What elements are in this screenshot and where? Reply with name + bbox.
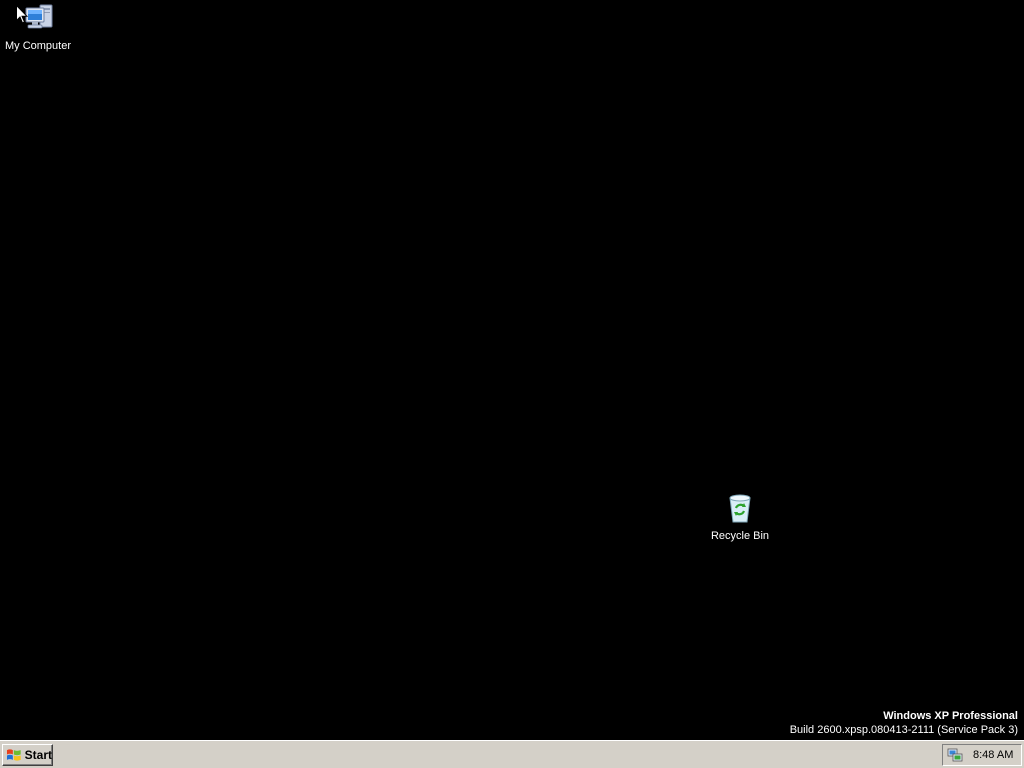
desktop-icon-label: Recycle Bin bbox=[710, 530, 770, 542]
os-build-text: Build 2600.xpsp.080413-2111 (Service Pac… bbox=[789, 724, 1018, 736]
desktop[interactable]: My Computer Recycle Bin Windows XP Profe… bbox=[0, 0, 1024, 740]
system-tray: 8:48 AM bbox=[942, 744, 1022, 766]
windows-flag-icon bbox=[6, 749, 21, 761]
desktop-icon-my-computer[interactable]: My Computer bbox=[0, 2, 76, 54]
recycle-bin-icon bbox=[729, 494, 751, 523]
desktop-icon-label: My Computer bbox=[4, 40, 72, 52]
start-label: Start bbox=[24, 748, 52, 762]
taskbar-clock[interactable]: 8:48 AM bbox=[973, 749, 1013, 761]
start-button[interactable]: Start bbox=[2, 744, 53, 766]
taskbar: Start 8:48 AM bbox=[0, 740, 1024, 768]
my-computer-icon bbox=[25, 4, 53, 29]
os-edition-text: Windows XP Professional bbox=[883, 710, 1018, 722]
desktop-icon-recycle-bin[interactable]: Recycle Bin bbox=[702, 492, 778, 544]
network-connection-icon[interactable] bbox=[947, 747, 963, 763]
version-watermark: Windows XP Professional Build 2600.xpsp.… bbox=[790, 709, 1018, 737]
